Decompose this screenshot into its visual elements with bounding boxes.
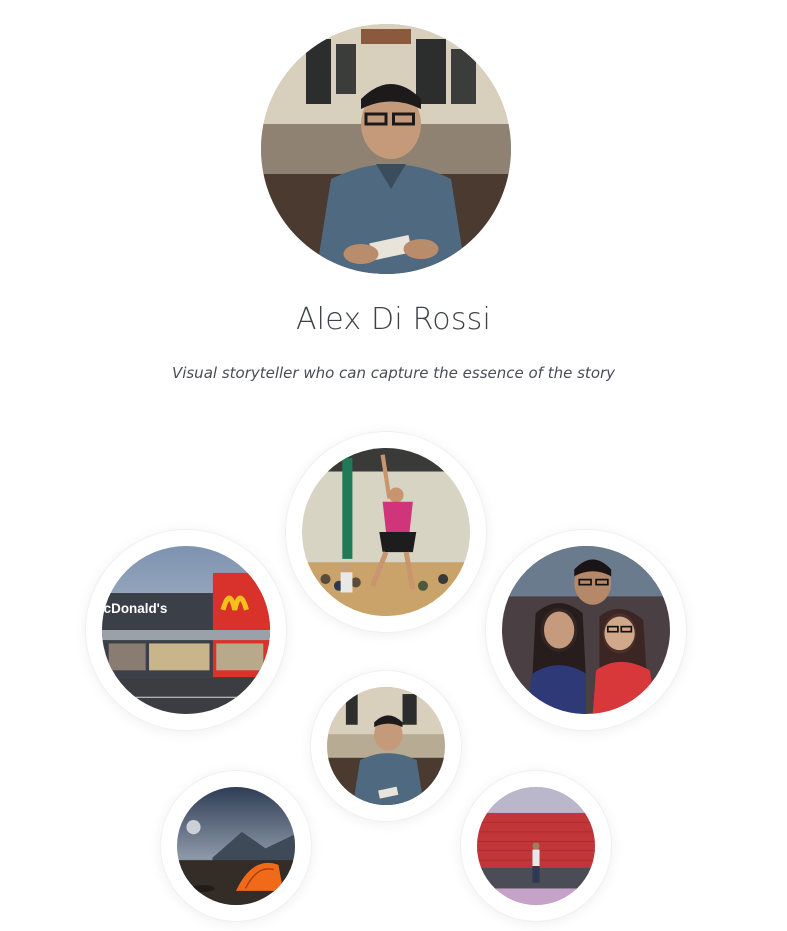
gallery-item-portrait[interactable] xyxy=(311,671,461,821)
camping-photo xyxy=(177,787,295,905)
storefront-photo: cDonald's xyxy=(102,546,270,714)
profile-avatar[interactable] xyxy=(261,24,511,274)
brickwall-photo xyxy=(477,787,595,905)
gallery-item-selfie[interactable] xyxy=(486,530,686,730)
profile-photo xyxy=(261,24,511,274)
profile-tagline: Visual storyteller who can capture the e… xyxy=(171,364,616,382)
gallery-item-basketball[interactable] xyxy=(286,432,486,632)
profile-name: Alex Di Rossi xyxy=(295,302,492,337)
basketball-photo xyxy=(302,448,470,616)
storefront-sign: cDonald's xyxy=(104,601,168,616)
portrait-photo xyxy=(327,687,445,805)
selfie-photo xyxy=(502,546,670,714)
gallery-item-camping[interactable] xyxy=(161,771,311,921)
gallery-item-storefront[interactable]: cDonald's xyxy=(86,530,286,730)
gallery-item-brickwall[interactable] xyxy=(461,771,611,921)
